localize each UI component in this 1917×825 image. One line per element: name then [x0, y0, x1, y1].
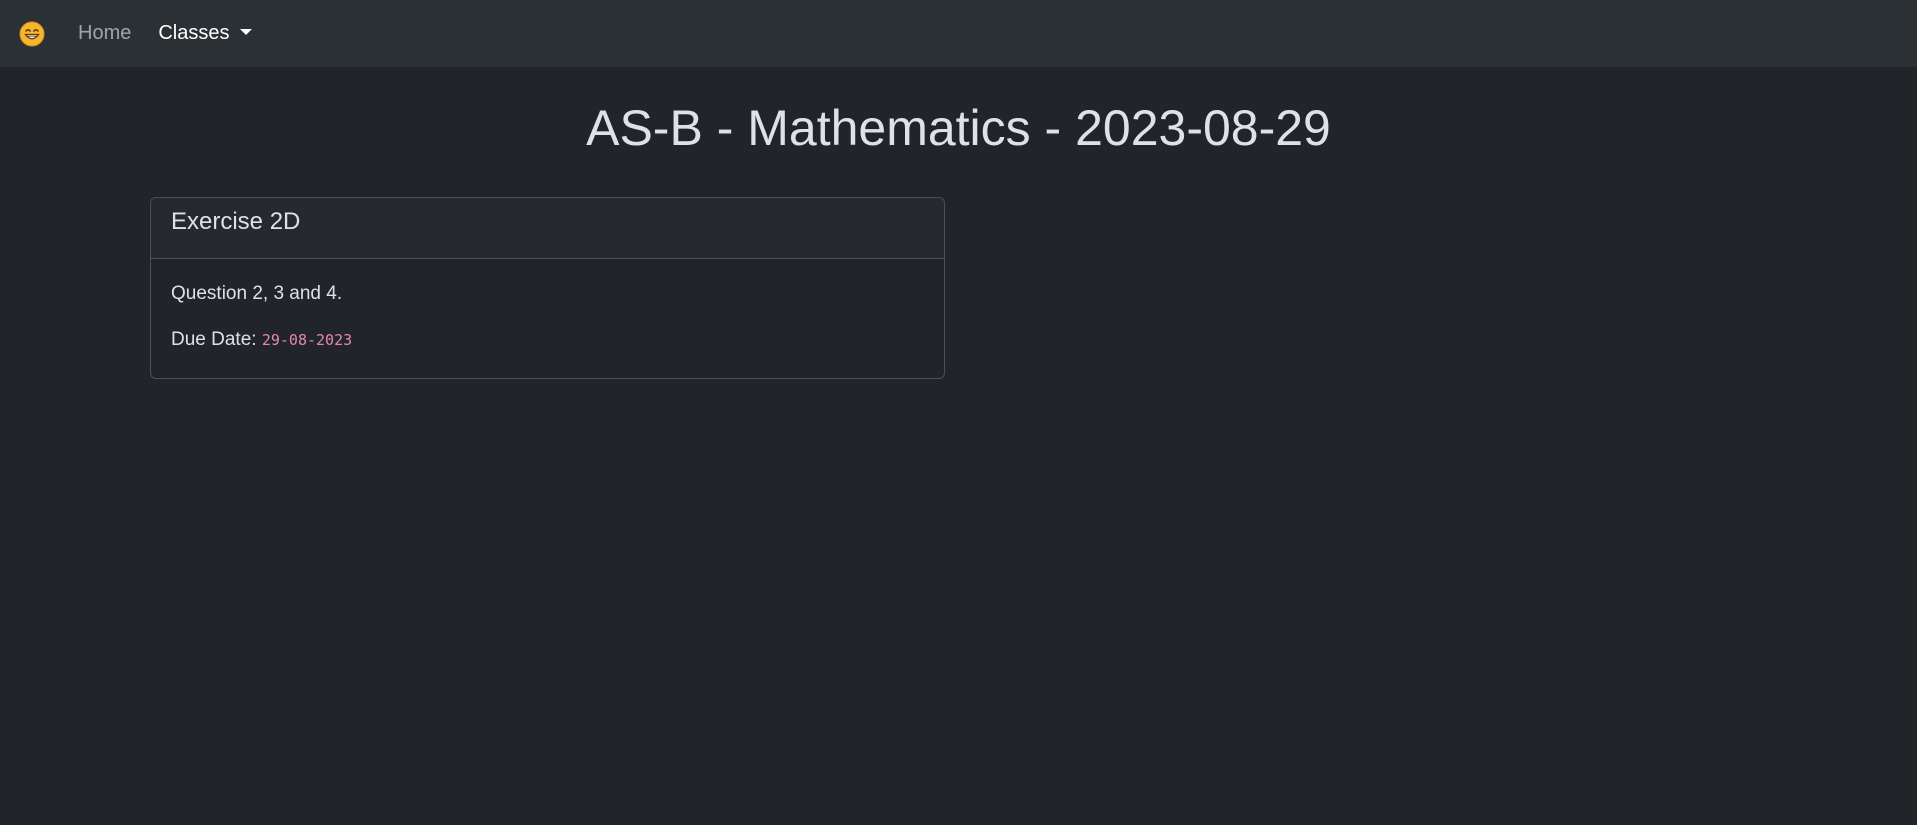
- nav-home-link[interactable]: Home: [78, 22, 131, 45]
- assignment-description: Question 2, 3 and 4.: [171, 283, 343, 304]
- page-title: AS-B - Mathematics - 2023-08-29: [586, 100, 1331, 156]
- top-navbar: Home Classes: [0, 0, 1917, 67]
- due-date-label: Due Date:: [171, 329, 257, 350]
- caret-down-icon: [239, 28, 252, 35]
- due-date-line: Due Date: 29-08-2023: [171, 327, 924, 353]
- assignment-card: Exercise 2D Question 2, 3 and 4. Due Dat…: [150, 197, 945, 379]
- assignment-card-body: Question 2, 3 and 4. Due Date: 29-08-202…: [151, 259, 944, 353]
- assignment-card-header: Exercise 2D: [151, 198, 944, 259]
- nav-classes-dropdown[interactable]: Classes: [158, 22, 252, 45]
- grinning-face-icon[interactable]: [19, 21, 45, 47]
- nav-home-label: Home: [78, 22, 132, 44]
- due-date-value: 29-08-2023: [261, 331, 353, 349]
- nav-classes-label: Classes: [158, 22, 230, 44]
